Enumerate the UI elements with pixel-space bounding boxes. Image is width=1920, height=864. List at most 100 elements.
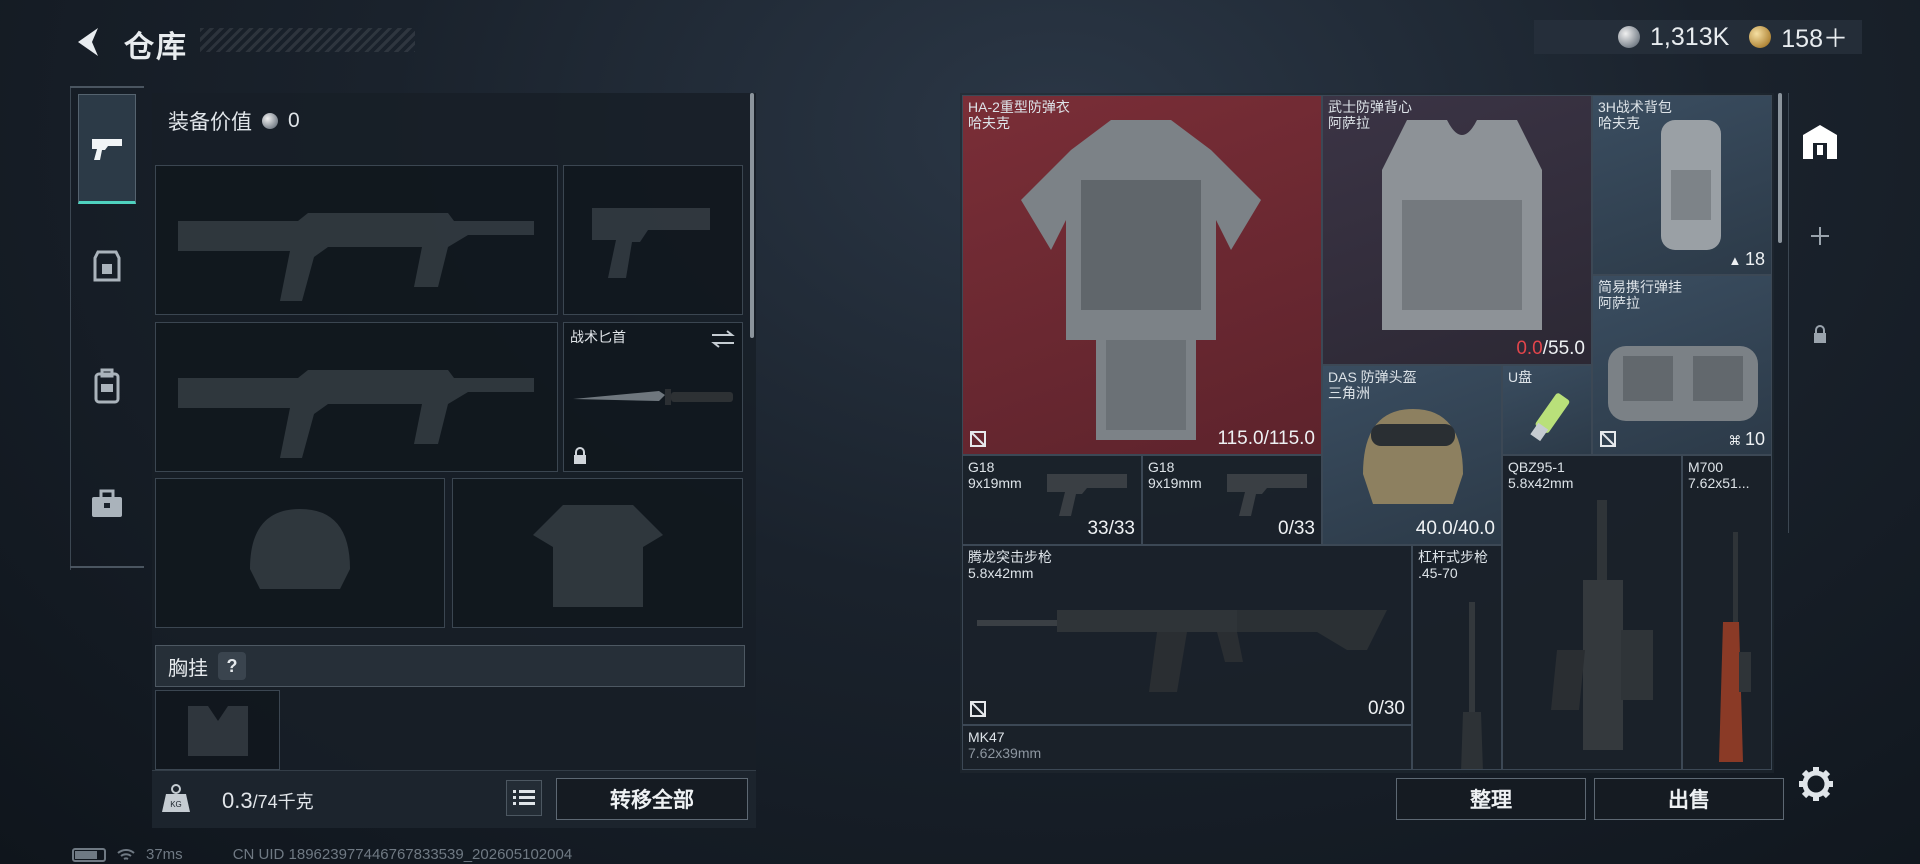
stash-tab-main[interactable] <box>1792 102 1848 182</box>
transfer-all-button[interactable]: 转移全部 <box>556 778 748 820</box>
item-ammo: 0/33 <box>1278 518 1315 539</box>
chest-rig-slot[interactable] <box>155 690 280 770</box>
item-ammo: 0/30 <box>1368 698 1405 719</box>
sell-button[interactable]: 出售 <box>1594 778 1784 820</box>
item-sub: 9x19mm <box>1148 475 1202 491</box>
weight-icon: KG <box>162 784 190 812</box>
item-durability: 115.0/115.0 <box>1217 428 1315 449</box>
item-durability: 40.0/40.0 <box>1415 518 1495 539</box>
tab-backpack[interactable] <box>78 346 136 426</box>
chest-rig-silhouette-icon <box>188 706 248 756</box>
page-title: 仓库 <box>124 31 188 64</box>
sort-button[interactable]: 整理 <box>1396 778 1586 820</box>
title-decoration <box>200 28 415 52</box>
item-sub: 7.62x51... <box>1688 475 1750 491</box>
back-arrow-icon[interactable] <box>70 24 106 60</box>
add-stash-tab-button[interactable] <box>1792 196 1848 276</box>
status-bar: 37ms CN UID 18962397744676783353​9_20260… <box>72 846 572 863</box>
item-sub: 三角洲 <box>1328 385 1370 401</box>
knife-label: 战术匕首 <box>570 329 626 345</box>
helmet-slot[interactable] <box>155 478 445 628</box>
list-icon <box>513 790 535 805</box>
inventory-item-qbz95[interactable]: QBZ95-1 5.8x42mm <box>1502 455 1682 770</box>
item-name: DAS 防弹头盔 <box>1328 369 1417 385</box>
weight-current: 0.3 <box>222 788 253 813</box>
inventory-item-ha2-armor[interactable]: HA-2重型防弹衣 哈夫克 115.0/115.0 <box>962 95 1322 455</box>
currency-bar: 1,313K 158＋ <box>1534 20 1862 54</box>
tab-toolbox[interactable] <box>78 464 136 544</box>
ping: 37ms <box>146 846 183 863</box>
vest-icon <box>1382 120 1542 330</box>
inventory-item-das-helmet[interactable]: DAS 防弹头盔 三角洲 40.0/40.0 <box>1322 365 1502 545</box>
item-name: G18 <box>968 459 995 475</box>
item-sub: 5.8x42mm <box>1508 475 1574 491</box>
item-name: HA-2重型防弹衣 <box>968 99 1070 115</box>
help-button[interactable]: ? <box>218 652 246 680</box>
inventory-item-m700[interactable]: M700 7.62x51... <box>1682 455 1772 770</box>
inventory-item-g18-2[interactable]: G18 9x19mm 0/33 <box>1142 455 1322 545</box>
list-view-button[interactable] <box>506 780 542 816</box>
stash-scrollbar[interactable] <box>1778 93 1782 243</box>
inventory-item-samurai-vest[interactable]: 武士防弹背心 阿萨拉 0.0/55.0 <box>1322 95 1592 365</box>
item-name: U盘 <box>1508 369 1533 385</box>
chest-rig-header: 胸挂 ? <box>155 645 745 687</box>
item-durability: 0.0/55.0 <box>1516 338 1585 360</box>
gold-amount[interactable]: 158＋ <box>1781 19 1848 55</box>
inventory-item-lever-rifle[interactable]: 杠杆式步枪 .45-70 <box>1412 545 1502 770</box>
rifle-silhouette-icon <box>178 213 534 301</box>
inventory-item-3h-backpack[interactable]: 3H战术背包 哈夫克 ▲ 18 <box>1592 95 1772 275</box>
lock-icon <box>1814 325 1826 343</box>
item-sub: 5.8x42mm <box>968 565 1034 581</box>
plus-icon <box>1811 227 1829 245</box>
swap-icon[interactable] <box>710 329 736 349</box>
silver-coin-icon <box>262 113 278 129</box>
silver-amount: 1,313K <box>1650 22 1730 51</box>
inventory-item-tenglong-rifle[interactable]: 腾龙突击步枪 5.8x42mm 0/30 <box>962 545 1412 725</box>
item-sub: 哈夫克 <box>968 115 1010 131</box>
inventory-item-usb-drive[interactable]: U盘 <box>1502 365 1592 455</box>
locked-stash-tab[interactable] <box>1792 294 1848 374</box>
pistol-icon <box>92 139 122 160</box>
helmet-item-icon <box>1363 409 1463 504</box>
vest-silhouette-icon <box>533 505 663 607</box>
settings-gear-icon[interactable] <box>1796 764 1836 804</box>
sniper-rifle-icon <box>1719 532 1751 762</box>
armor-slot[interactable] <box>452 478 743 628</box>
pistol-item-icon <box>1227 474 1307 516</box>
loadout-scrollbar[interactable] <box>750 93 754 338</box>
item-name: 3H战术背包 <box>1598 99 1672 115</box>
equipment-value: 装备价值 0 <box>168 106 300 136</box>
inventory-item-g18-1[interactable]: G18 9x19mm 33/33 <box>962 455 1142 545</box>
rifle-silhouette-icon <box>178 370 534 458</box>
no-insurance-icon <box>970 701 986 717</box>
backpack-icon <box>94 368 120 404</box>
secondary-weapon-slot[interactable] <box>155 322 558 472</box>
weight-max: /74千克 <box>252 792 314 812</box>
primary-weapon-slot[interactable] <box>155 165 558 315</box>
item-name: M700 <box>1688 459 1724 475</box>
chest-rig-label: 胸挂 <box>168 657 208 680</box>
inventory-item-mk47[interactable]: MK47 7.62x39mm <box>962 725 1412 770</box>
tab-weapons[interactable] <box>78 94 136 204</box>
pistol-slot[interactable] <box>563 165 743 315</box>
backpack-item-icon <box>1661 120 1721 250</box>
rail-bottom-line <box>70 566 144 568</box>
item-ammo: 33/33 <box>1087 518 1135 539</box>
stash-icon <box>1803 125 1837 159</box>
tactical-knife-icon <box>573 389 733 405</box>
item-name: QBZ95-1 <box>1508 459 1565 475</box>
item-sub: 7.62x39mm <box>968 745 1042 761</box>
item-sub: 阿萨拉 <box>1328 115 1370 131</box>
inventory-item-simple-rig[interactable]: 简易携行弹挂 阿萨拉 ⌘ 10 <box>1592 275 1772 455</box>
silver-coin-icon <box>1618 26 1641 48</box>
helmet-silhouette-icon <box>250 509 350 589</box>
knife-slot[interactable]: 战术匕首 <box>563 322 743 472</box>
item-sub: 阿萨拉 <box>1598 295 1640 311</box>
tab-helmet[interactable] <box>78 226 136 306</box>
usb-drive-icon <box>1530 393 1570 442</box>
wifi-icon <box>117 848 135 860</box>
item-name: 腾龙突击步枪 <box>968 549 1052 565</box>
no-insurance-icon <box>1600 431 1616 447</box>
item-durability-max: /55.0 <box>1542 338 1585 359</box>
equip-value-amount: 0 <box>288 109 300 132</box>
